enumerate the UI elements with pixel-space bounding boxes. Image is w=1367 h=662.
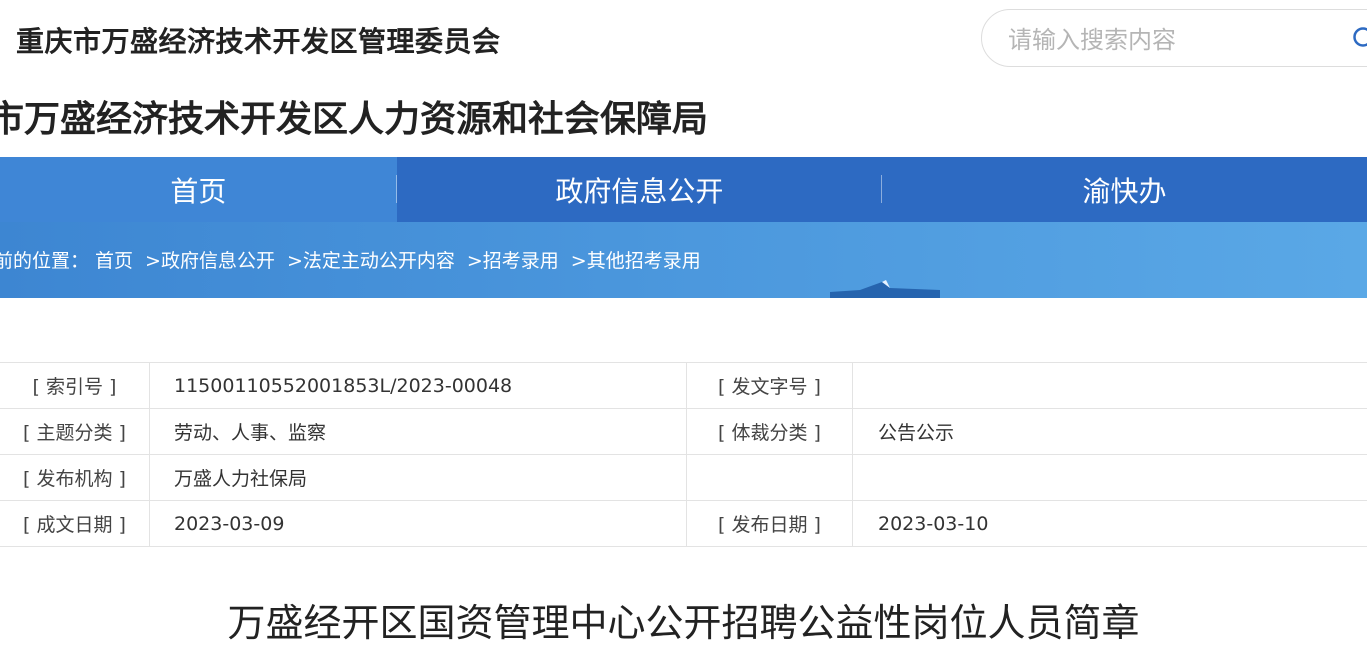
article-title: 万盛经开区国资管理中心公开招聘公益性岗位人员简章 xyxy=(227,601,1140,645)
meta-value: 劳动、人事、监察 xyxy=(149,408,687,455)
bureau-name: 市万盛经济技术开发区人力资源和社会保障局 xyxy=(0,99,709,140)
nav-item-label: 渝快办 xyxy=(1082,174,1167,208)
meta-value: 2023-03-09 xyxy=(149,500,687,547)
nav-item-home[interactable]: 首页 xyxy=(0,157,397,222)
breadcrumb-statutory[interactable]: >法定主动公开内容 xyxy=(287,250,455,272)
meta-key: [ 索引号 ] xyxy=(0,362,150,409)
meta-key: [ 发布日期 ] xyxy=(686,500,853,547)
search-box[interactable] xyxy=(981,9,1367,67)
meta-row: [ 主题分类 ] 劳动、人事、监察 [ 体裁分类 ] 公告公示 xyxy=(0,408,1367,455)
meta-key: [ 发文字号 ] xyxy=(686,362,853,409)
breadcrumb-home[interactable]: 首页 xyxy=(95,250,133,272)
nav-item-yukuaiban[interactable]: 渝快办 xyxy=(882,157,1367,222)
breadcrumb-prefix: 前的位置： xyxy=(0,250,90,272)
document-meta-table: [ 索引号 ] 11500110552001853L/2023-00048 [ … xyxy=(0,362,1367,547)
banner-building-graphic xyxy=(830,280,940,298)
top-header: 重庆市万盛经济技术开发区管理委员会 xyxy=(0,0,1367,80)
meta-key: [ 体裁分类 ] xyxy=(686,408,853,455)
search-input[interactable] xyxy=(1006,24,1330,56)
meta-row: [ 发布机构 ] 万盛人力社保局 xyxy=(0,454,1367,501)
breadcrumb-other-recruitment[interactable]: >其他招考录用 xyxy=(571,250,701,272)
breadcrumb-gov-info[interactable]: >政府信息公开 xyxy=(145,250,275,272)
breadcrumb-recruitment[interactable]: >招考录用 xyxy=(467,250,559,272)
breadcrumb: 前的位置： 首页 >政府信息公开 >法定主动公开内容 >招考录用 >其他招考录用 xyxy=(0,246,713,273)
main-nav: 首页 政府信息公开 渝快办 xyxy=(0,157,1367,222)
meta-key: [ 主题分类 ] xyxy=(0,408,150,455)
meta-value: 万盛人力社保局 xyxy=(149,454,687,501)
meta-row: [ 成文日期 ] 2023-03-09 [ 发布日期 ] 2023-03-10 xyxy=(0,500,1367,547)
search-icon[interactable] xyxy=(1352,26,1367,52)
meta-key: [ 成文日期 ] xyxy=(0,500,150,547)
org-name[interactable]: 重庆市万盛经济技术开发区管理委员会 xyxy=(16,20,501,60)
meta-key: [ 发布机构 ] xyxy=(0,454,150,501)
meta-key xyxy=(686,454,853,501)
nav-item-label: 政府信息公开 xyxy=(555,174,724,208)
meta-value xyxy=(852,362,1367,409)
meta-row: [ 索引号 ] 11500110552001853L/2023-00048 [ … xyxy=(0,362,1367,409)
meta-value: 11500110552001853L/2023-00048 xyxy=(149,362,687,409)
breadcrumb-banner: 前的位置： 首页 >政府信息公开 >法定主动公开内容 >招考录用 >其他招考录用 xyxy=(0,222,1367,298)
nav-item-gov-info[interactable]: 政府信息公开 xyxy=(397,157,882,222)
nav-item-label: 首页 xyxy=(170,174,227,208)
meta-value: 公告公示 xyxy=(852,408,1367,455)
meta-value xyxy=(852,454,1367,501)
meta-value: 2023-03-10 xyxy=(852,500,1367,547)
